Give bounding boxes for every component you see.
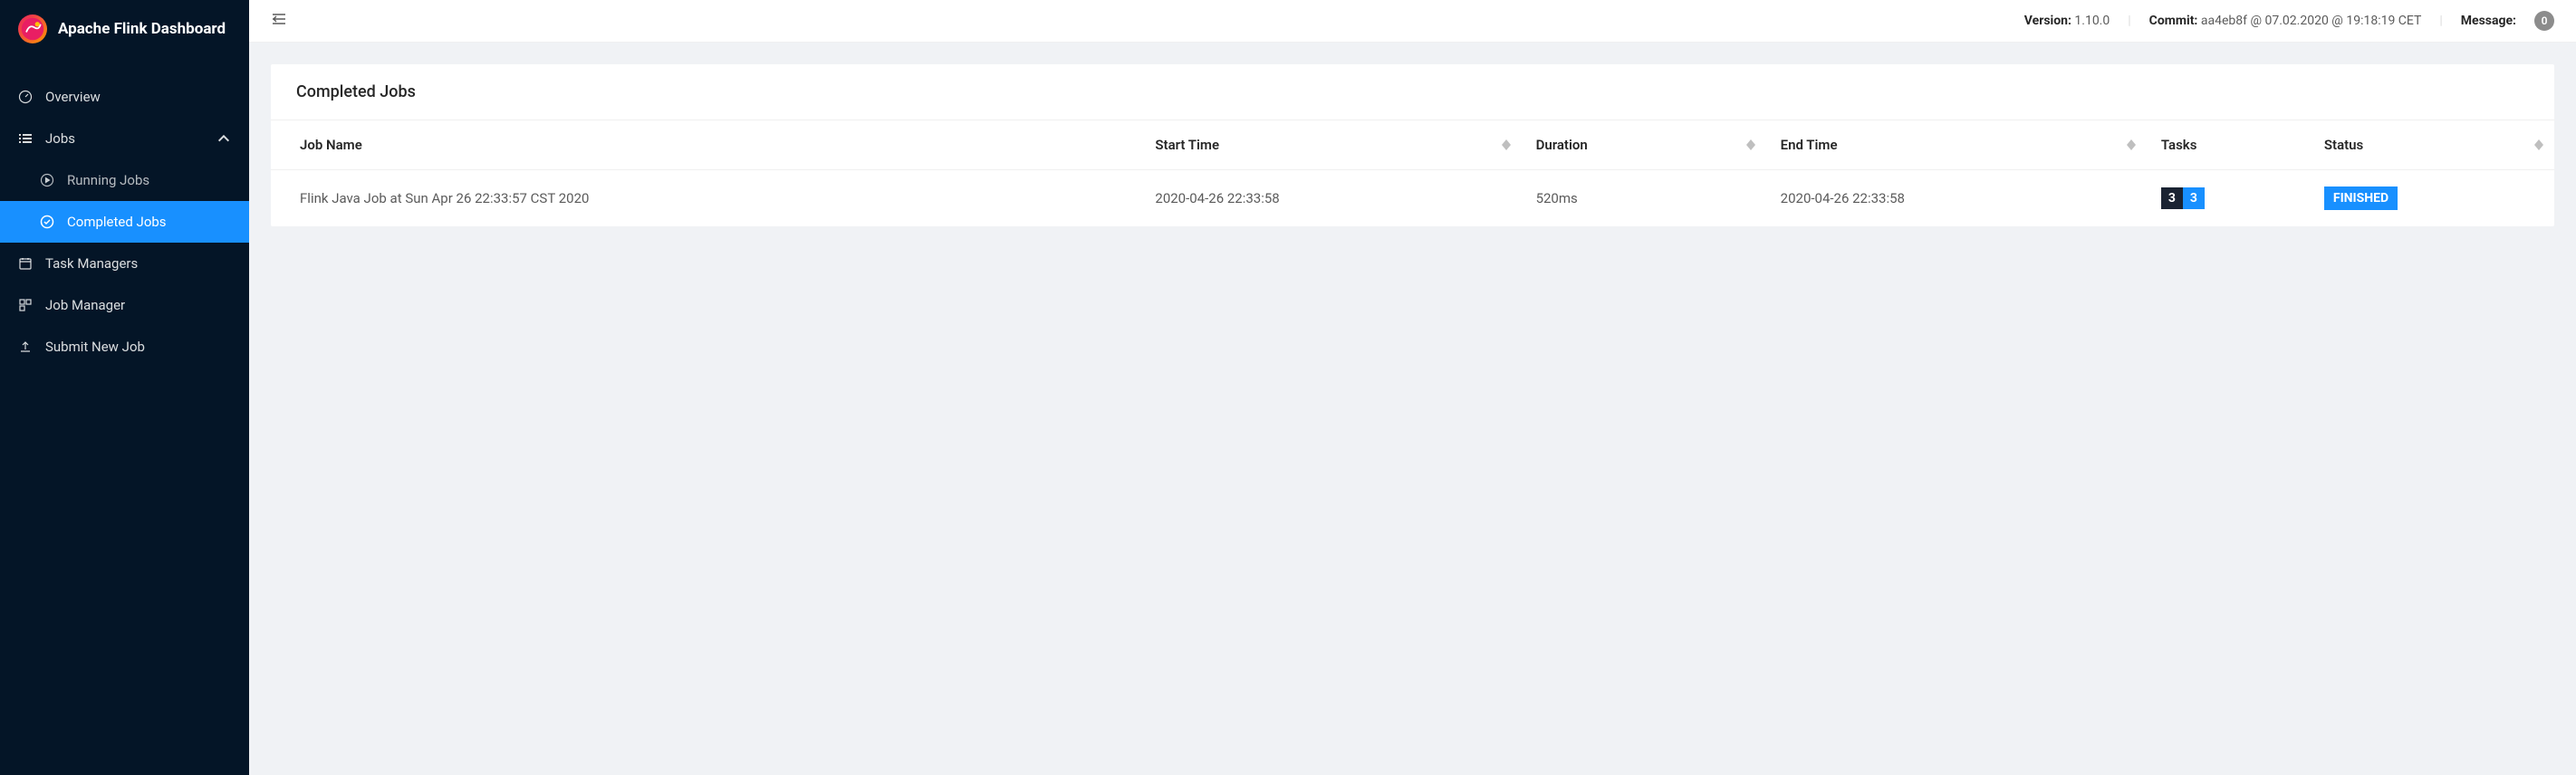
table-row[interactable]: Flink Java Job at Sun Apr 26 22:33:57 CS… bbox=[271, 170, 2554, 227]
flink-logo-icon bbox=[18, 14, 47, 43]
commit-label: Commit: bbox=[2149, 14, 2198, 28]
col-job-name[interactable]: Job Name bbox=[271, 120, 1140, 170]
cell-start-time: 2020-04-26 22:33:58 bbox=[1140, 170, 1521, 227]
tasks-done-badge: 3 bbox=[2183, 187, 2205, 209]
message-count-badge[interactable]: 0 bbox=[2534, 11, 2554, 31]
cell-tasks: 3 3 bbox=[2147, 170, 2310, 227]
col-status[interactable]: Status bbox=[2310, 120, 2554, 170]
nav-jobs[interactable]: Jobs bbox=[0, 118, 249, 159]
commit-value: aa4eb8f @ 07.02.2020 @ 19:18:19 CET bbox=[2201, 14, 2422, 28]
nav-task-managers[interactable]: Task Managers bbox=[0, 243, 249, 284]
completed-jobs-card: Completed Jobs Job Name Start Time bbox=[271, 64, 2554, 226]
nav-running-jobs[interactable]: Running Jobs bbox=[0, 159, 249, 201]
jobs-table: Job Name Start Time Duration bbox=[271, 120, 2554, 226]
nav-label: Overview bbox=[45, 89, 101, 105]
sort-icon bbox=[2127, 139, 2136, 150]
sort-icon bbox=[1746, 139, 1755, 150]
sort-icon bbox=[1502, 139, 1511, 150]
nav: Overview Jobs Running Jobs bbox=[0, 58, 249, 368]
schedule-icon bbox=[18, 256, 33, 271]
message-info[interactable]: Message: bbox=[2461, 14, 2516, 28]
bars-icon bbox=[18, 131, 33, 146]
version-label: Version: bbox=[2024, 14, 2071, 28]
sidebar-header: Apache Flink Dashboard bbox=[0, 0, 249, 58]
col-tasks: Tasks bbox=[2147, 120, 2310, 170]
nav-label: Task Managers bbox=[45, 255, 138, 272]
nav-completed-jobs[interactable]: Completed Jobs bbox=[0, 201, 249, 243]
nav-label: Jobs bbox=[45, 130, 75, 147]
upload-icon bbox=[18, 340, 33, 354]
nav-label: Completed Jobs bbox=[67, 214, 167, 230]
cell-duration: 520ms bbox=[1522, 170, 1766, 227]
cell-job-name: Flink Java Job at Sun Apr 26 22:33:57 CS… bbox=[271, 170, 1140, 227]
page-title: Completed Jobs bbox=[271, 64, 2554, 120]
nav-label: Job Manager bbox=[45, 297, 125, 313]
nav-submit-new-job[interactable]: Submit New Job bbox=[0, 326, 249, 368]
sidebar: Apache Flink Dashboard Overview Jobs bbox=[0, 0, 249, 775]
separator: | bbox=[2439, 14, 2442, 28]
cell-status: FINISHED bbox=[2310, 170, 2554, 227]
nav-label: Submit New Job bbox=[45, 339, 145, 355]
brand-title: Apache Flink Dashboard bbox=[58, 20, 226, 38]
sidebar-collapse-button[interactable] bbox=[271, 11, 287, 31]
dashboard-icon bbox=[18, 90, 33, 104]
cell-end-time: 2020-04-26 22:33:58 bbox=[1766, 170, 2147, 227]
version-info: Version: 1.10.0 bbox=[2024, 14, 2110, 28]
message-label: Message: bbox=[2461, 14, 2516, 28]
separator: | bbox=[2128, 14, 2130, 28]
topbar: Version: 1.10.0 | Commit: aa4eb8f @ 07.0… bbox=[249, 0, 2576, 43]
nav-overview[interactable]: Overview bbox=[0, 76, 249, 118]
col-duration[interactable]: Duration bbox=[1522, 120, 1766, 170]
nav-label: Running Jobs bbox=[67, 172, 149, 188]
build-icon bbox=[18, 298, 33, 312]
chevron-up-icon bbox=[216, 131, 231, 146]
content: Completed Jobs Job Name Start Time bbox=[249, 43, 2576, 248]
play-circle-icon bbox=[40, 173, 54, 187]
sort-icon bbox=[2534, 139, 2543, 150]
nav-job-manager[interactable]: Job Manager bbox=[0, 284, 249, 326]
version-value: 1.10.0 bbox=[2074, 14, 2110, 28]
col-end-time[interactable]: End Time bbox=[1766, 120, 2147, 170]
commit-info: Commit: aa4eb8f @ 07.02.2020 @ 19:18:19 … bbox=[2149, 14, 2422, 28]
main: Version: 1.10.0 | Commit: aa4eb8f @ 07.0… bbox=[249, 0, 2576, 775]
status-badge: FINISHED bbox=[2324, 187, 2398, 210]
tasks-total-badge: 3 bbox=[2161, 187, 2183, 209]
check-circle-icon bbox=[40, 215, 54, 229]
col-start-time[interactable]: Start Time bbox=[1140, 120, 1521, 170]
